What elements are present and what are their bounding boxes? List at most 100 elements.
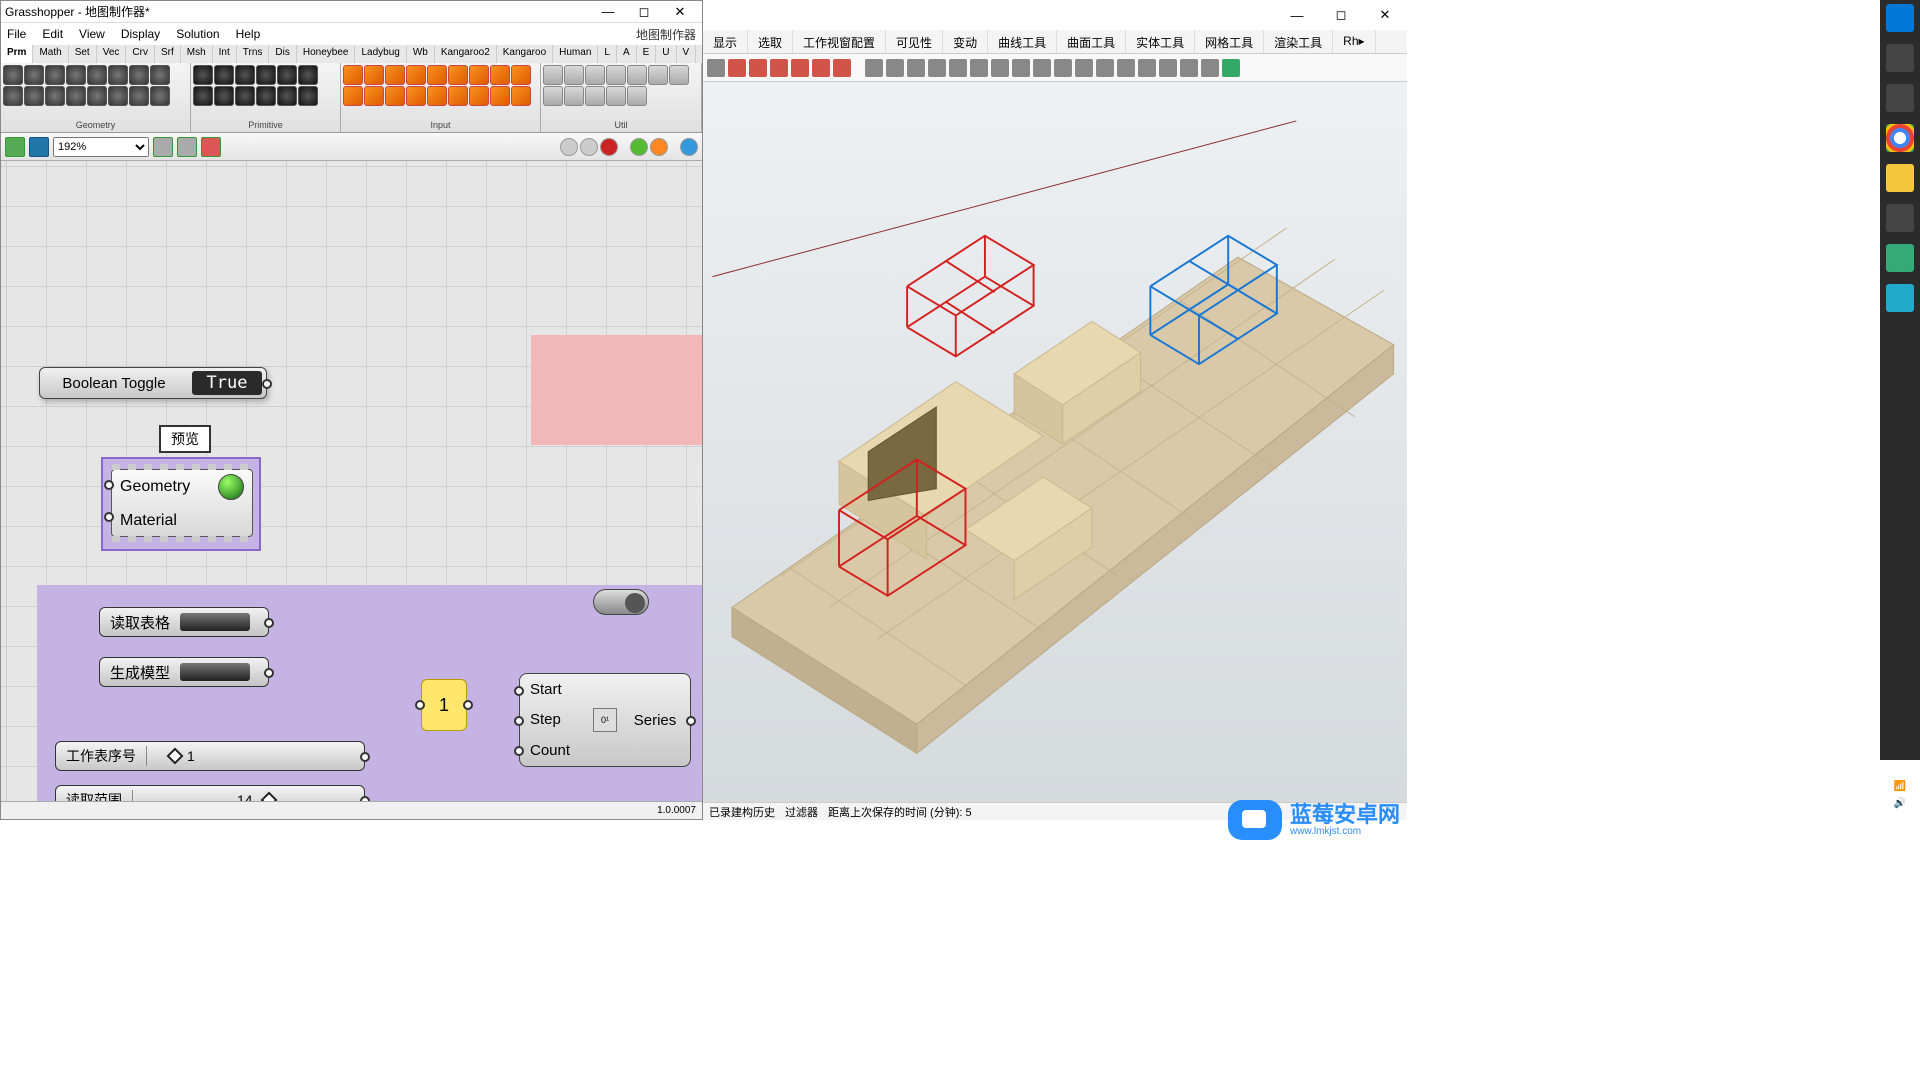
- minimize-button[interactable]: —: [1275, 1, 1319, 29]
- shade-display-icon[interactable]: [580, 138, 598, 156]
- output-port[interactable]: [264, 668, 274, 678]
- button-read-table[interactable]: 读取表格: [99, 607, 269, 637]
- boolean-toggle[interactable]: Boolean Toggle True: [39, 367, 267, 399]
- tab-trns[interactable]: Trns: [237, 45, 270, 63]
- relay-component[interactable]: [593, 589, 649, 615]
- input-port-step[interactable]: [514, 716, 524, 726]
- tool-icon[interactable]: [1033, 59, 1051, 77]
- zoom-extents-button[interactable]: [153, 137, 173, 157]
- tab-surface[interactable]: 曲面工具: [1057, 30, 1126, 53]
- tab-mesh[interactable]: 网格工具: [1195, 30, 1264, 53]
- tab-ladybug[interactable]: Ladybug: [355, 45, 406, 63]
- slider-handle[interactable]: [261, 792, 278, 801]
- maximize-button[interactable]: ◻: [626, 2, 662, 22]
- boolean-toggle-value[interactable]: True: [192, 371, 262, 395]
- tab-dis[interactable]: Dis: [269, 45, 296, 63]
- explorer-icon[interactable]: [1886, 164, 1914, 192]
- close-button[interactable]: ✕: [1363, 1, 1407, 29]
- slider-sheet-index[interactable]: 工作表序号 1: [55, 741, 365, 771]
- open-button[interactable]: [5, 137, 25, 157]
- preview-toggle[interactable]: [177, 137, 197, 157]
- tool-icon[interactable]: [1096, 59, 1114, 77]
- input-port-count[interactable]: [514, 746, 524, 756]
- sketch-button[interactable]: [201, 137, 221, 157]
- tool-icon[interactable]: [728, 59, 746, 77]
- tab-transform[interactable]: 变动: [943, 30, 988, 53]
- panel-number[interactable]: 1: [421, 679, 467, 731]
- tab-v[interactable]: V: [677, 45, 697, 63]
- tab-math[interactable]: Math: [33, 45, 68, 63]
- taskbar-icon[interactable]: [1886, 204, 1914, 232]
- tab-curve[interactable]: 曲线工具: [988, 30, 1057, 53]
- tool-icon[interactable]: [1012, 59, 1030, 77]
- chrome-icon[interactable]: [1886, 124, 1914, 152]
- output-port[interactable]: [264, 618, 274, 628]
- tool-icon[interactable]: [1222, 59, 1240, 77]
- input-port-geometry[interactable]: [104, 480, 114, 490]
- tool-icon[interactable]: [812, 59, 830, 77]
- tab-msh[interactable]: Msh: [181, 45, 213, 63]
- tab-human[interactable]: Human: [553, 45, 598, 63]
- tool-icon[interactable]: [970, 59, 988, 77]
- tray-volume-icon[interactable]: 🔊: [1894, 798, 1906, 809]
- tray-ime-icon[interactable]: 中: [1895, 815, 1905, 830]
- tab-viewport[interactable]: 工作视窗配置: [793, 30, 886, 53]
- grasshopper-icon[interactable]: [1886, 244, 1914, 272]
- output-port[interactable]: [686, 716, 696, 726]
- rhino-titlebar[interactable]: — ◻ ✕: [703, 0, 1407, 30]
- gh-canvas[interactable]: Boolean Toggle True 预览 Geometry Material…: [1, 161, 702, 801]
- tool-icon[interactable]: [928, 59, 946, 77]
- close-button[interactable]: ✕: [662, 2, 698, 22]
- tab-more[interactable]: Rh▸: [1333, 30, 1375, 53]
- series-component[interactable]: Start Step Count 0¹ Series: [519, 673, 691, 767]
- button-generate-model[interactable]: 生成模型: [99, 657, 269, 687]
- tool-icon[interactable]: [770, 59, 788, 77]
- tool-icon[interactable]: [791, 59, 809, 77]
- rhino-viewport[interactable]: [703, 82, 1407, 802]
- settings-icon[interactable]: [680, 138, 698, 156]
- tool-icon[interactable]: [1054, 59, 1072, 77]
- tool-icon[interactable]: [1117, 59, 1135, 77]
- slider-handle[interactable]: [167, 748, 184, 765]
- tab-srf[interactable]: Srf: [155, 45, 181, 63]
- gh-titlebar[interactable]: Grasshopper - 地图制作器* — ◻ ✕: [1, 1, 702, 23]
- tab-u[interactable]: U: [656, 45, 676, 63]
- tab-p[interactable]: P: [696, 45, 702, 63]
- tab-render[interactable]: 渲染工具: [1264, 30, 1333, 53]
- menu-file[interactable]: File: [7, 27, 26, 41]
- start-button[interactable]: [1886, 4, 1914, 32]
- tool-icon[interactable]: [1201, 59, 1219, 77]
- tab-l[interactable]: L: [598, 45, 617, 63]
- menu-edit[interactable]: Edit: [42, 27, 63, 41]
- tab-solid[interactable]: 实体工具: [1126, 30, 1195, 53]
- tab-kangaroo2[interactable]: Kangaroo2: [435, 45, 497, 63]
- tab-set[interactable]: Set: [69, 45, 97, 63]
- tab-vec[interactable]: Vec: [97, 45, 127, 63]
- input-port-material[interactable]: [104, 512, 114, 522]
- tool-icon[interactable]: [865, 59, 883, 77]
- warning-icon[interactable]: [650, 138, 668, 156]
- clock[interactable]: 17:41: [1885, 836, 1915, 850]
- tool-icon[interactable]: [707, 59, 725, 77]
- group-pink[interactable]: [531, 335, 702, 445]
- input-port[interactable]: [415, 700, 425, 710]
- menu-solution[interactable]: Solution: [176, 27, 219, 41]
- tab-display[interactable]: 显示: [703, 30, 748, 53]
- tool-icon[interactable]: [1075, 59, 1093, 77]
- tool-icon[interactable]: [833, 59, 851, 77]
- tab-crv[interactable]: Crv: [126, 45, 155, 63]
- tool-icon[interactable]: [907, 59, 925, 77]
- tab-kangaroo[interactable]: Kangaroo: [497, 45, 553, 63]
- tab-prm[interactable]: Prm: [1, 45, 33, 63]
- tool-icon[interactable]: [749, 59, 767, 77]
- taskbar-icon[interactable]: [1886, 284, 1914, 312]
- save-button[interactable]: [29, 137, 49, 157]
- output-port[interactable]: [360, 752, 370, 762]
- output-port[interactable]: [360, 796, 370, 801]
- tray-wifi-icon[interactable]: 📶: [1894, 781, 1906, 792]
- slider-read-range[interactable]: 读取范围 14: [55, 785, 365, 801]
- tool-icon[interactable]: [886, 59, 904, 77]
- tab-e[interactable]: E: [637, 45, 657, 63]
- tab-select[interactable]: 选取: [748, 30, 793, 53]
- minimize-button[interactable]: —: [590, 2, 626, 22]
